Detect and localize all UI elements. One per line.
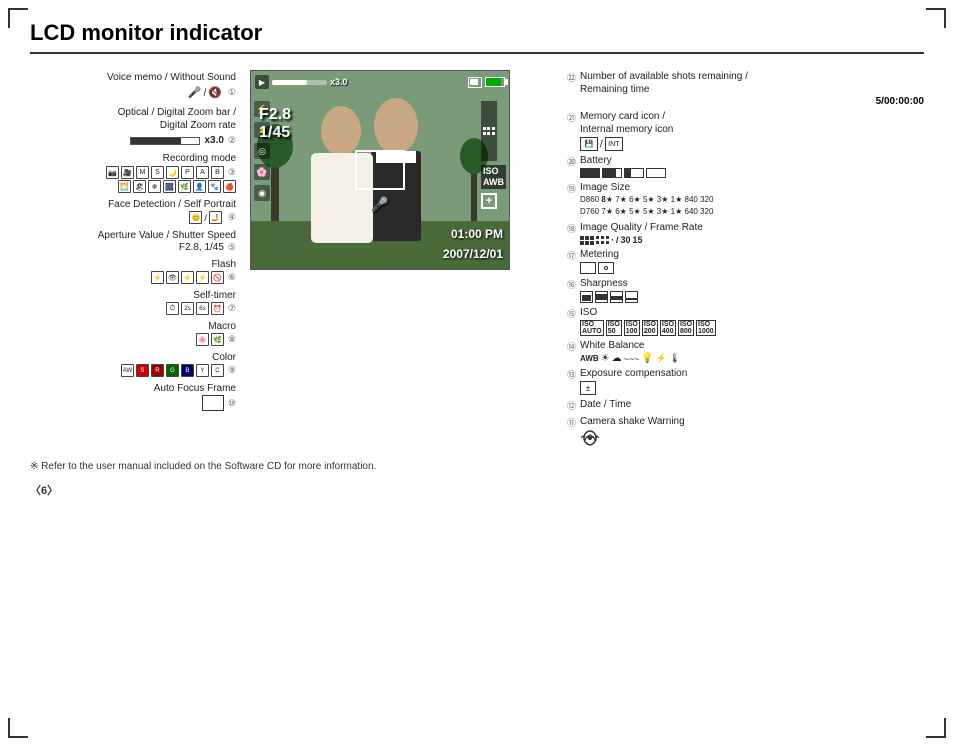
ri-shots: ㉒ Number of available shots remaining /R… (560, 70, 924, 107)
image-size-title: Image Size (580, 181, 924, 194)
flash-label: Flash (212, 259, 236, 270)
face-detection-label: Face Detection / Self Portrait (108, 199, 236, 210)
corner-bl (8, 718, 28, 738)
bottom-note-text: ※ Refer to the user manual included on t… (30, 461, 376, 472)
screen-battery-icon (485, 77, 505, 87)
screen-shutter: 1/45 (259, 124, 291, 142)
ri-camera-shake: ⑪ Camera shake Warning (560, 415, 924, 447)
recording-mode-icons: 📷 🎥 M S 🌙 P A B ③ (30, 166, 236, 179)
label-voice-memo: Voice memo / Without Sound 🎤 / 🔇 ① (30, 70, 242, 101)
quality-title: Image Quality / Frame Rate (580, 221, 924, 234)
screen-mic: 🎤 (371, 196, 388, 214)
main-layout: Voice memo / Without Sound 🎤 / 🔇 ① Optic… (30, 70, 924, 447)
af-frame-icon (202, 395, 224, 411)
memory-title: Memory card icon /Internal memory icon (580, 110, 924, 136)
aperture-label: Aperture Value / Shutter Speed (98, 230, 236, 241)
ri-memory: ㉑ Memory card icon /Internal memory icon… (560, 110, 924, 151)
camera-shake-icon (580, 429, 600, 447)
screen-time: 01:00 PM (451, 227, 503, 241)
ri-quality: ⑱ Image Quality / Frame Rate (560, 221, 924, 245)
screen-aperture-shutter: F2.8 1/45 (259, 106, 291, 142)
screen-zoom-text: x3.0 (330, 77, 348, 87)
label-aperture: Aperture Value / Shutter Speed F2.8, 1/4… (30, 229, 242, 254)
page-container: LCD monitor indicator Voice memo / Witho… (0, 0, 954, 746)
label-recording-mode: Recording mode 📷 🎥 M S 🌙 P A B ③ 🌅 (30, 152, 242, 194)
screen-af-frame (355, 150, 405, 190)
bottom-note: ※ Refer to the user manual included on t… (30, 461, 924, 472)
sharpness-icons (580, 291, 924, 303)
left-labels-column: Voice memo / Without Sound 🎤 / 🔇 ① Optic… (30, 70, 250, 447)
wb-icons: AWB ☀ ☁ ~~~ 💡 ⚡ 🌡 (580, 353, 924, 364)
zoom-label: Optical / Digital Zoom bar /Digital Zoom… (118, 107, 236, 131)
camera-screen: ▶ x3.0 (250, 70, 510, 270)
page-title: LCD monitor indicator (30, 20, 924, 54)
image-size-icons: D860 8★ 7★ 6★ 5★ 3★ 1★ 840 320 D760 7★ 6… (580, 194, 924, 218)
recording-mode-label: Recording mode (163, 153, 236, 164)
memory-icons: 💾 / INT (580, 137, 924, 151)
corner-br (926, 718, 946, 738)
quality-icons: · / 30 15 (580, 235, 924, 245)
datetime-title: Date / Time (580, 398, 924, 411)
ri-wb: ⑭ White Balance AWB ☀ ☁ ~~~ 💡 ⚡ 🌡 (560, 339, 924, 364)
ri-datetime: ⑫ Date / Time (560, 398, 924, 412)
screen-memory-icon (468, 77, 482, 88)
shots-value: 5/00:00:00 (580, 96, 924, 107)
sharpness-title: Sharpness (580, 277, 924, 290)
corner-tr (926, 8, 946, 28)
label-af-frame: Auto Focus Frame ⑩ (30, 382, 242, 412)
wb-title: White Balance (580, 339, 924, 352)
screen-date: 2007/12/01 (443, 247, 503, 261)
metering-title: Metering (580, 248, 924, 261)
battery-icons (580, 168, 924, 178)
ri-sharpness: ⑯ Sharpness (560, 277, 924, 303)
macro-label: Macro (208, 321, 236, 332)
screen-right-icons: ISOAWB + (481, 101, 506, 209)
corner-tl (8, 8, 28, 28)
zoom-rate: x3.0 (204, 134, 223, 147)
iso-icons: ISOAUTO ISO50 ISO100 ISO200 ISO400 ISO80… (580, 320, 924, 336)
right-labels-column: ㉒ Number of available shots remaining /R… (550, 70, 924, 447)
ri-iso: ⑮ ISO ISOAUTO ISO50 ISO100 ISO200 ISO400… (560, 306, 924, 336)
ri-exposure: ⑬ Exposure compensation ± (560, 367, 924, 395)
zoom-bar (130, 137, 200, 145)
color-label: Color (212, 352, 236, 363)
ri-metering: ⑰ Metering (560, 248, 924, 274)
iso-title: ISO (580, 306, 924, 319)
self-timer-label: Self-timer (193, 290, 236, 301)
exposure-title: Exposure compensation (580, 367, 924, 380)
screen-zoom-bar (272, 80, 327, 85)
battery-title: Battery (580, 154, 924, 167)
label-flash: Flash ⚡ 👁 ⚡ ⚡ 🚫 ⑥ (30, 258, 242, 285)
label-self-timer: Self-timer ⏱ 2s 6s ⏰ ⑦ (30, 289, 242, 316)
camera-display-column: ▶ x3.0 (250, 70, 550, 447)
voice-icons: 🎤 / 🔇 ① (30, 86, 236, 100)
label-face-detection: Face Detection / Self Portrait 😊 / 🤳 ④ (30, 198, 242, 225)
shots-title: Number of available shots remaining /Rem… (580, 70, 924, 96)
camera-shake-icons (580, 429, 924, 447)
label-macro: Macro 🌸 🌿 ⑧ (30, 320, 242, 347)
exposure-icons: ± (580, 381, 924, 395)
label-zoom: Optical / Digital Zoom bar /Digital Zoom… (30, 105, 242, 148)
af-frame-label: Auto Focus Frame (154, 383, 236, 394)
ri-battery: ⑳ Battery (560, 154, 924, 178)
right-items-list: ㉒ Number of available shots remaining /R… (560, 70, 924, 447)
voice-memo-label: Voice memo / Without Sound (107, 72, 236, 83)
screen-iso: ISOAWB (481, 165, 506, 189)
aperture-value: F2.8, 1/45 (179, 242, 224, 253)
ri-image-size: ⑲ Image Size D860 8★ 7★ 6★ 5★ 3★ 1★ 840 … (560, 181, 924, 218)
screen-record-icon: ▶ (255, 75, 269, 89)
page-number: 〈6〉 (30, 482, 924, 498)
label-color: Color AW S R G B Y C ⑨ (30, 351, 242, 378)
metering-icons (580, 262, 924, 274)
camera-shake-title: Camera shake Warning (580, 415, 924, 428)
screen-aperture: F2.8 (259, 106, 291, 124)
